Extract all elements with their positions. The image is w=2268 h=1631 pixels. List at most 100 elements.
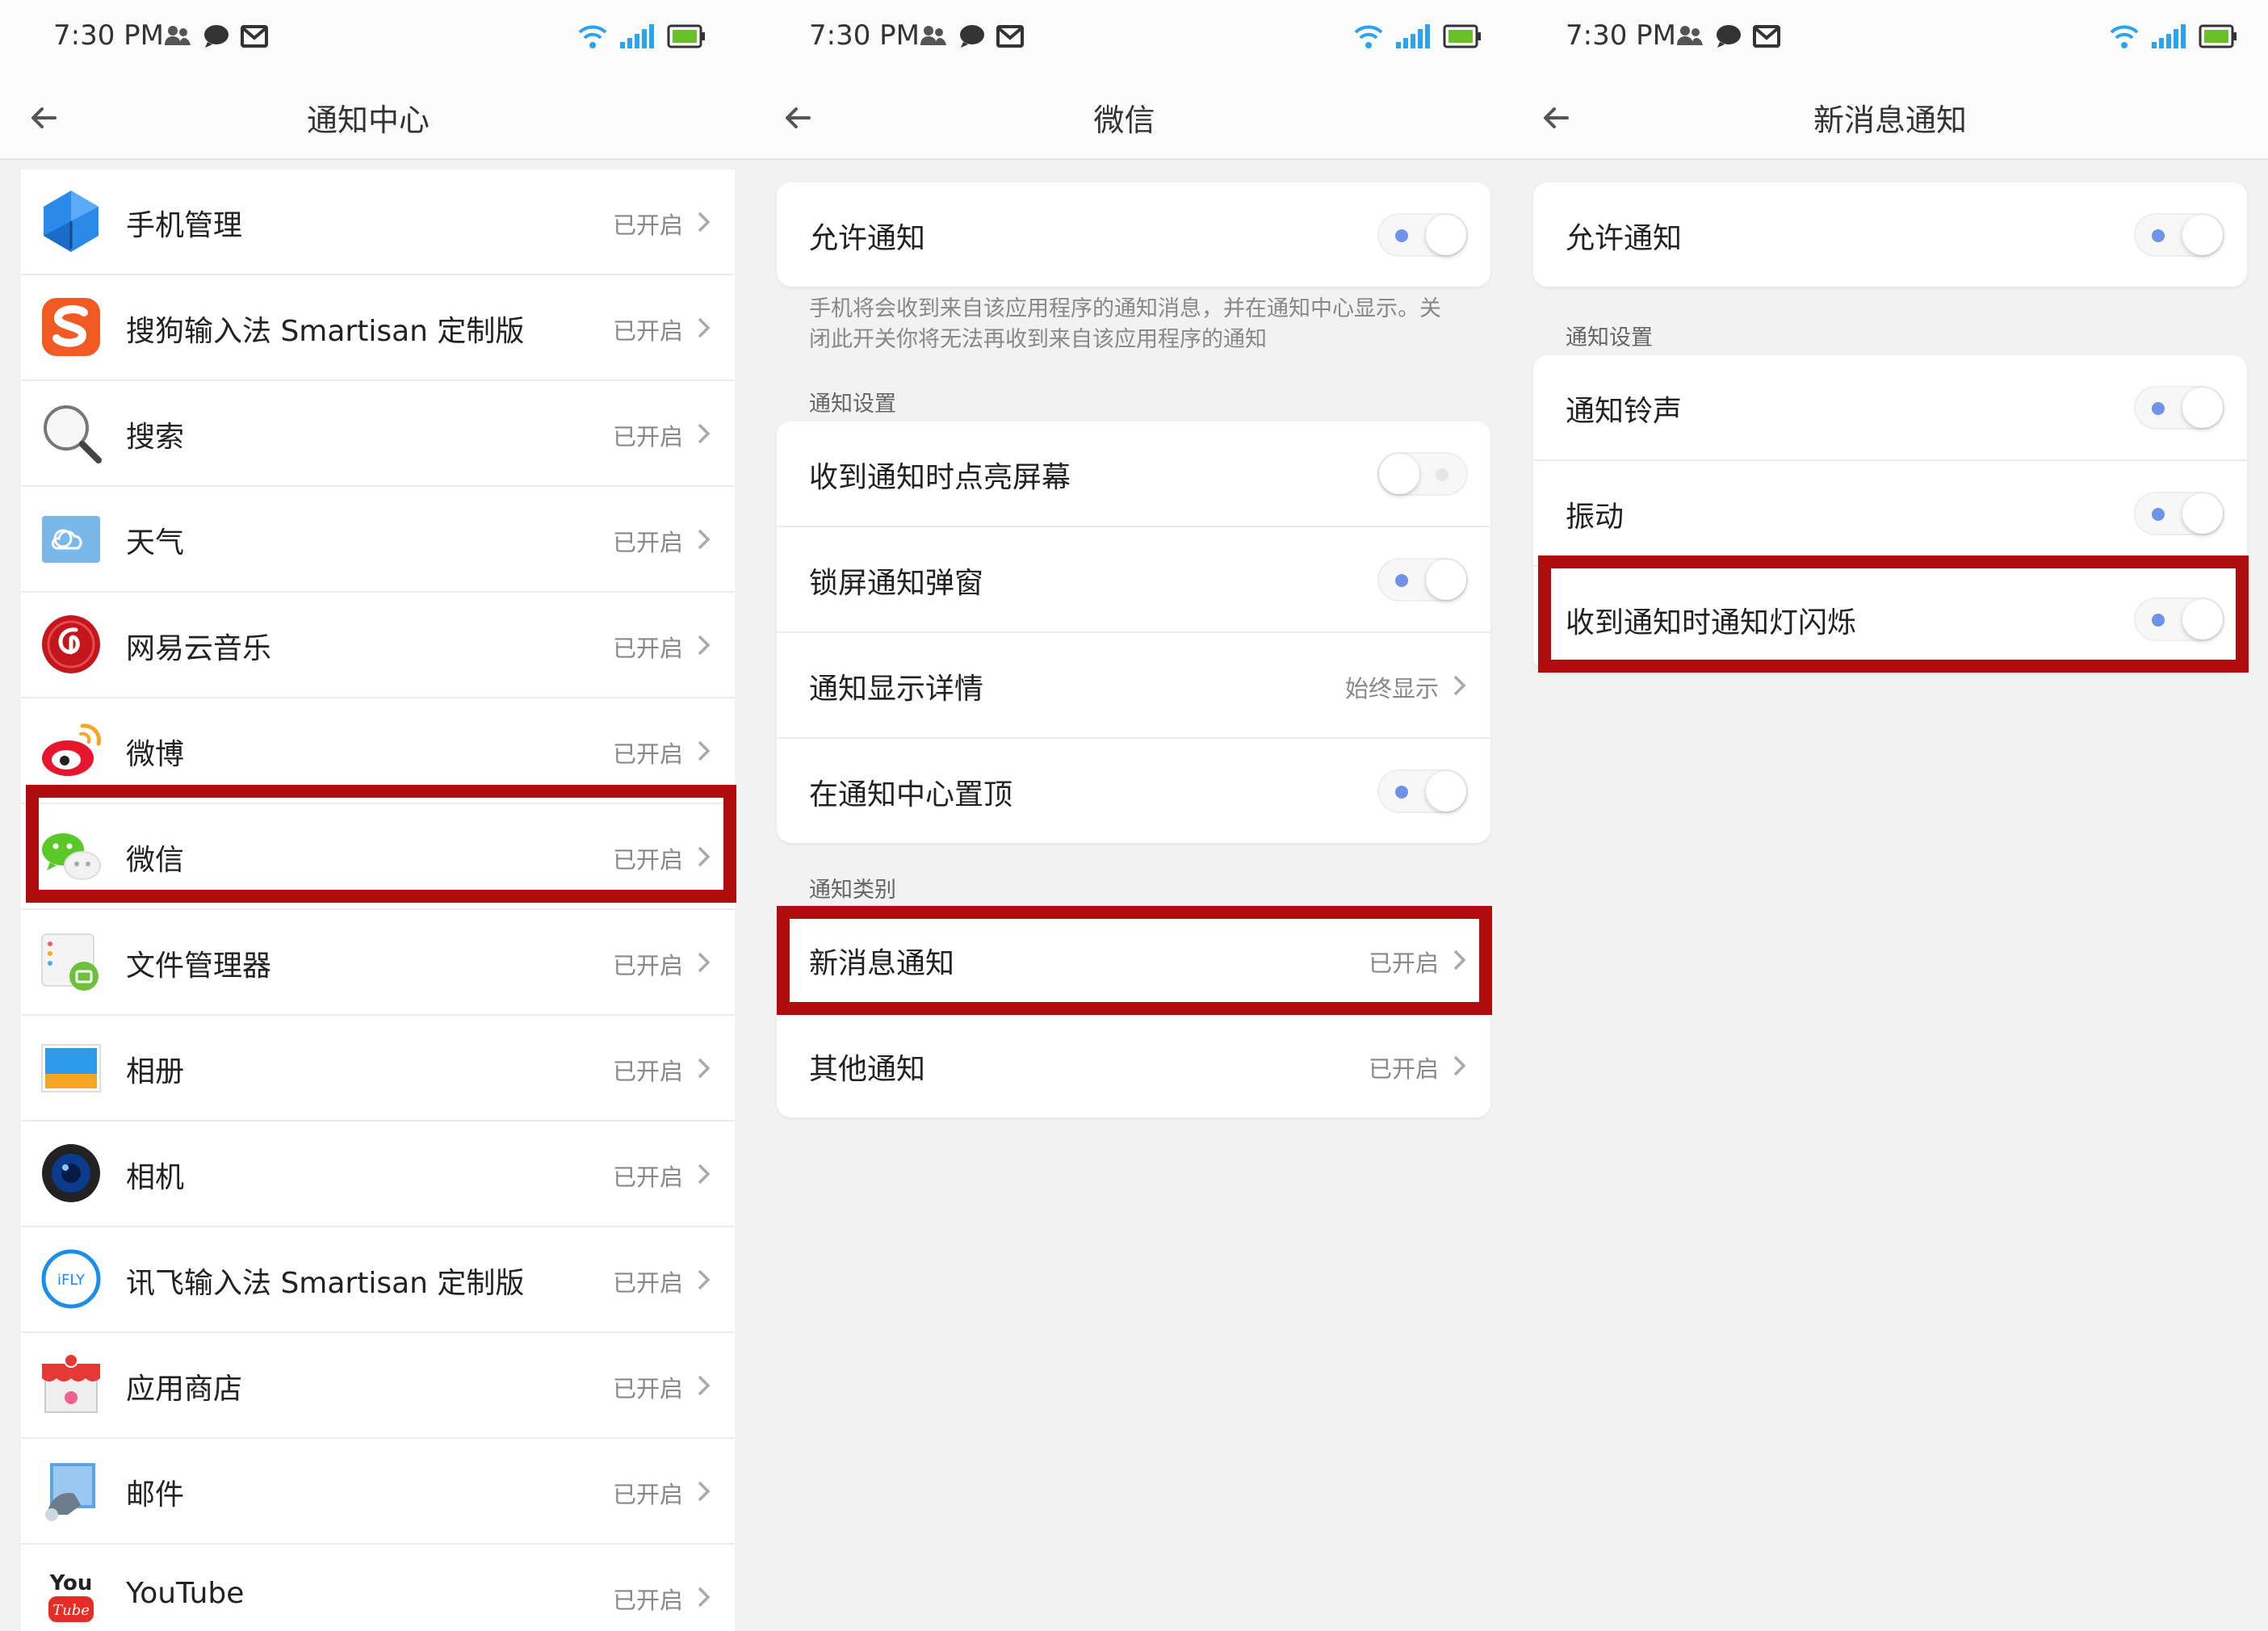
lockscreen-popup-toggle[interactable] [1377,558,1468,602]
wifi-icon [578,25,607,48]
chevron-right-icon [698,1164,711,1184]
status-notification-icons [1677,24,1780,48]
ringtone-row[interactable]: 通知铃声 [1533,355,2247,461]
led-blink-row[interactable]: 收到通知时通知灯闪烁 [1533,567,2247,671]
signal-icon [620,24,654,48]
chevron-right-icon [698,1375,711,1396]
camera-icon [42,1144,100,1202]
status-system-icons [1352,23,1482,50]
category-section-header: 通知类别 [809,878,896,903]
category-label: 新消息通知 [809,947,955,980]
allow-notification-label: 允许通知 [1566,222,1683,255]
status-system-icons [576,23,706,50]
wechat-notification-panel: 7:30 PM 微信 允许通知 手机将会收到来自该应用程序的通知消息，并在通知中… [736,0,1512,1631]
wifi-icon [1354,25,1383,48]
setting-label: 振动 [1566,501,1624,534]
allow-notification-toggle[interactable] [1377,213,1468,257]
app-status: 已开启 [612,423,683,451]
gallery-icon [41,1044,101,1092]
app-row-youtube[interactable]: You Tube YouTube 已开启 [21,1545,735,1631]
mail-icon [45,1463,95,1521]
app-row-camera[interactable]: 相机 已开启 [21,1122,735,1227]
wake-screen-toggle[interactable] [1377,452,1468,496]
chevron-right-icon [698,529,711,550]
app-label: 讯飞输入法 Smartisan 定制版 [126,1267,525,1300]
allow-card: 允许通知 [1533,182,2247,287]
category-card: 新消息通知 已开启 其他通知 已开启 [777,908,1490,1117]
app-row-ifly-ime[interactable]: iFLY 讯飞输入法 Smartisan 定制版 已开启 [21,1227,735,1333]
message-icon [1717,25,1741,48]
led-blink-toggle[interactable] [2134,597,2224,641]
battery-icon [1443,24,1481,48]
setting-label: 通知显示详情 [809,673,984,706]
app-status: 已开启 [612,1587,683,1614]
chevron-right-icon [1453,675,1466,696]
app-status: 已开启 [612,846,683,874]
vibrate-toggle[interactable] [2134,492,2224,535]
allow-notification-row[interactable]: 允许通知 [777,182,1490,287]
other-notification-row[interactable]: 其他通知 已开启 [777,1013,1490,1117]
chevron-right-icon [698,635,711,656]
weather-icon [42,516,100,563]
contacts-icon [1677,26,1703,45]
contacts-icon [920,26,946,45]
umbrella-icon [44,191,99,252]
mail-status-icon [996,25,1024,48]
app-label: 文件管理器 [126,950,272,983]
app-row-wechat[interactable]: 微信 已开启 [21,804,735,910]
new-message-notification-row[interactable]: 新消息通知 已开启 [777,908,1490,1013]
app-row-app-store[interactable]: 应用商店 已开启 [21,1333,735,1439]
setting-label: 收到通知时通知灯闪烁 [1566,606,1857,639]
file-manager-icon [41,933,99,991]
app-label: 应用商店 [126,1373,243,1406]
new-message-notification-panel: 7:30 PM 新消息通知 允许通知 通知设置 通知铃声 振动 收到通知时通知灯… [1512,0,2268,1631]
category-label: 其他通知 [809,1053,926,1086]
setting-label: 通知铃声 [1566,395,1683,428]
ringtone-toggle[interactable] [2134,386,2224,430]
netease-music-icon [42,615,100,673]
status-bar: 7:30 PM [0,0,736,74]
page-title: 微信 [1093,103,1155,138]
app-row-gallery[interactable]: 相册 已开启 [21,1016,735,1122]
app-label: 网易云音乐 [126,632,272,665]
status-time: 7:30 PM [809,19,920,52]
app-row-netease-music[interactable]: 网易云音乐 已开启 [21,593,735,698]
allow-notification-toggle[interactable] [2134,213,2224,257]
app-row-mail[interactable]: 邮件 已开启 [21,1439,735,1545]
app-label: 手机管理 [126,209,243,242]
status-time: 7:30 PM [1566,19,1676,52]
setting-label: 锁屏通知弹窗 [809,567,984,600]
lockscreen-popup-row[interactable]: 锁屏通知弹窗 [777,527,1490,633]
wake-screen-row[interactable]: 收到通知时点亮屏幕 [777,421,1490,527]
settings-section-header: 通知设置 [809,392,896,417]
chevron-right-icon [698,846,711,867]
app-label: 搜狗输入法 Smartisan 定制版 [126,315,525,348]
app-row-weibo[interactable]: 微博 已开启 [21,698,735,804]
status-time: 7:30 PM [53,19,164,52]
app-row-file-manager[interactable]: 文件管理器 已开启 [21,910,735,1016]
vibrate-row[interactable]: 振动 [1533,461,2247,567]
app-row-search[interactable]: 搜索 已开启 [21,381,735,487]
status-system-icons [2108,23,2237,50]
signal-icon [1396,24,1430,48]
app-status: 已开启 [612,635,683,662]
app-label: YouTube [126,1577,245,1610]
youtube-icon: You Tube [48,1571,94,1622]
app-row-phone-manager[interactable]: 手机管理 已开启 [21,170,735,275]
show-details-row[interactable]: 通知显示详情 始终显示 [777,633,1490,739]
ifly-icon-text: iFLY [57,1272,86,1289]
pin-to-top-row[interactable]: 在通知中心置顶 [777,739,1490,843]
allow-notification-row[interactable]: 允许通知 [1533,182,2247,287]
pin-to-top-toggle[interactable] [1377,769,1468,813]
app-status: 已开启 [612,952,683,979]
app-status: 已开启 [612,317,683,345]
header: 微信 [736,74,1512,160]
app-row-weather[interactable]: 天气 已开启 [21,487,735,593]
chevron-right-icon [698,740,711,761]
app-row-sogou-ime[interactable]: 搜狗输入法 Smartisan 定制版 已开启 [21,275,735,381]
app-status: 已开启 [612,529,683,556]
settings-card: 通知铃声 振动 收到通知时通知灯闪烁 [1533,355,2247,671]
notification-center-panel: 7:30 PM 通知中心 手机管理 已开启 搜狗输入法 Smartisan 定制… [0,0,736,1631]
allow-description: 手机将会收到来自该应用程序的通知消息，并在通知中心显示。关闭此开关你将无法再收到… [809,296,1441,352]
setting-label: 收到通知时点亮屏幕 [809,461,1071,494]
